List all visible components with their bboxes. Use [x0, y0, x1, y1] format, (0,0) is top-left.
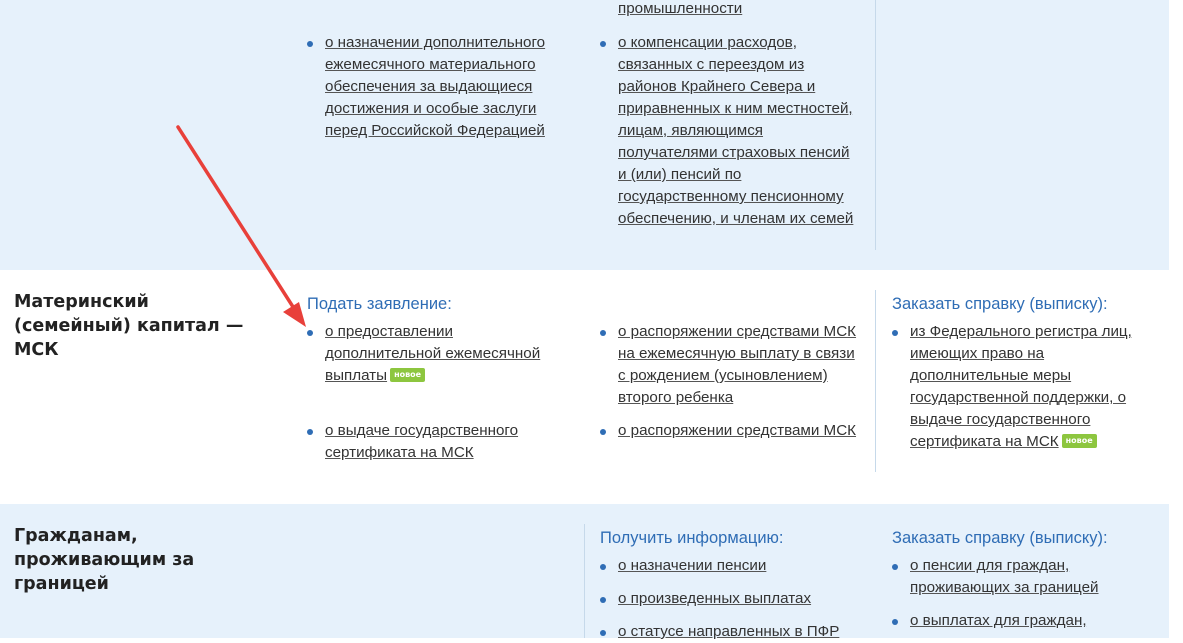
bullet-icon — [600, 41, 606, 47]
order-heading: Заказать справку (выписку): — [892, 295, 1108, 313]
link-msk-disposal[interactable]: о распоряжении средствами МСК — [618, 422, 856, 439]
link-industry-fragment[interactable]: промышленности — [618, 0, 742, 17]
bullet-icon — [600, 429, 606, 435]
new-badge: новое — [1061, 433, 1097, 448]
bullet-icon — [600, 564, 606, 570]
top-col2-links: о компенсации расходов, связанных с пере… — [600, 32, 860, 230]
bullet-icon — [600, 630, 606, 636]
link-payments-made[interactable]: о произведенных выплатах — [618, 590, 811, 607]
msk-section: Материнский (семейный) капитал — МСК Под… — [0, 270, 1169, 504]
list-item: из Федерального регистра лиц, имеющих пр… — [892, 321, 1142, 453]
apply-heading: Подать заявление: — [307, 295, 452, 313]
list-item: о выплатах для граждан, — [892, 610, 1142, 632]
list-item: промышленности — [600, 0, 860, 20]
abroad-col3-links: о пенсии для граждан, проживающих за гра… — [892, 555, 1142, 632]
column-divider — [584, 524, 585, 638]
list-item: о выдаче государственного сертификата на… — [307, 420, 562, 464]
bullet-icon — [307, 429, 313, 435]
msk-col1-links: о предоставлении дополнительной ежемесяч… — [307, 321, 562, 464]
column-divider — [875, 290, 876, 472]
top-col2-prev: промышленности — [600, 0, 860, 20]
bullet-icon — [892, 619, 898, 625]
list-item: о назначении дополнительного ежемесячног… — [307, 32, 562, 142]
list-item: о статусе направленных в ПФР — [600, 621, 865, 643]
list-item: о распоряжении средствами МСК на ежемеся… — [600, 321, 865, 409]
list-item: о произведенных выплатах — [600, 588, 865, 610]
list-item: о компенсации расходов, связанных с пере… — [600, 32, 860, 230]
list-item: о предоставлении дополнительной ежемесяч… — [307, 321, 562, 387]
link-federal-register-extract[interactable]: из Федерального регистра лиц, имеющих пр… — [910, 323, 1132, 450]
bullet-icon — [307, 330, 313, 336]
list-item: о назначении пенсии — [600, 555, 865, 577]
list-item: о пенсии для граждан, проживающих за гра… — [892, 555, 1142, 599]
info-heading: Получить информацию: — [600, 529, 784, 547]
abroad-col2-links: о назначении пенсии о произведенных выпл… — [600, 555, 865, 643]
link-pension-assignment[interactable]: о назначении пенсии — [618, 557, 766, 574]
new-badge: новое — [390, 367, 426, 382]
bullet-icon — [600, 330, 606, 336]
top-section: о назначении дополнительного ежемесячног… — [0, 0, 1169, 270]
abroad-section: Гражданам, проживающим за границей Получ… — [0, 504, 1169, 640]
link-additional-material-support[interactable]: о назначении дополнительного ежемесячног… — [325, 34, 545, 139]
bullet-icon — [892, 564, 898, 570]
link-relocation-compensation[interactable]: о компенсации расходов, связанных с пере… — [618, 34, 853, 227]
column-divider — [875, 0, 876, 250]
list-item: о распоряжении средствами МСК — [600, 420, 865, 442]
link-pension-abroad[interactable]: о пенсии для граждан, проживающих за гра… — [910, 557, 1099, 596]
link-msk-second-child-payment[interactable]: о распоряжении средствами МСК на ежемеся… — [618, 323, 856, 406]
section-title-abroad: Гражданам, проживающим за границей — [14, 526, 195, 594]
msk-col2-links: о распоряжении средствами МСК на ежемеся… — [600, 321, 865, 442]
link-payments-abroad[interactable]: о выплатах для граждан, — [910, 612, 1087, 629]
order-heading: Заказать справку (выписку): — [892, 529, 1108, 547]
link-msk-certificate[interactable]: о выдаче государственного сертификата на… — [325, 422, 518, 461]
bullet-icon — [892, 330, 898, 336]
top-col1-links: о назначении дополнительного ежемесячног… — [307, 32, 562, 142]
msk-col3-links: из Федерального регистра лиц, имеющих пр… — [892, 321, 1142, 453]
bullet-icon — [600, 597, 606, 603]
link-status-sent[interactable]: о статусе направленных в ПФР — [618, 623, 839, 640]
link-additional-monthly-payment[interactable]: о предоставлении дополнительной ежемесяч… — [325, 323, 540, 384]
bullet-icon — [307, 41, 313, 47]
section-title-msk: Материнский (семейный) капитал — МСК — [14, 292, 244, 360]
